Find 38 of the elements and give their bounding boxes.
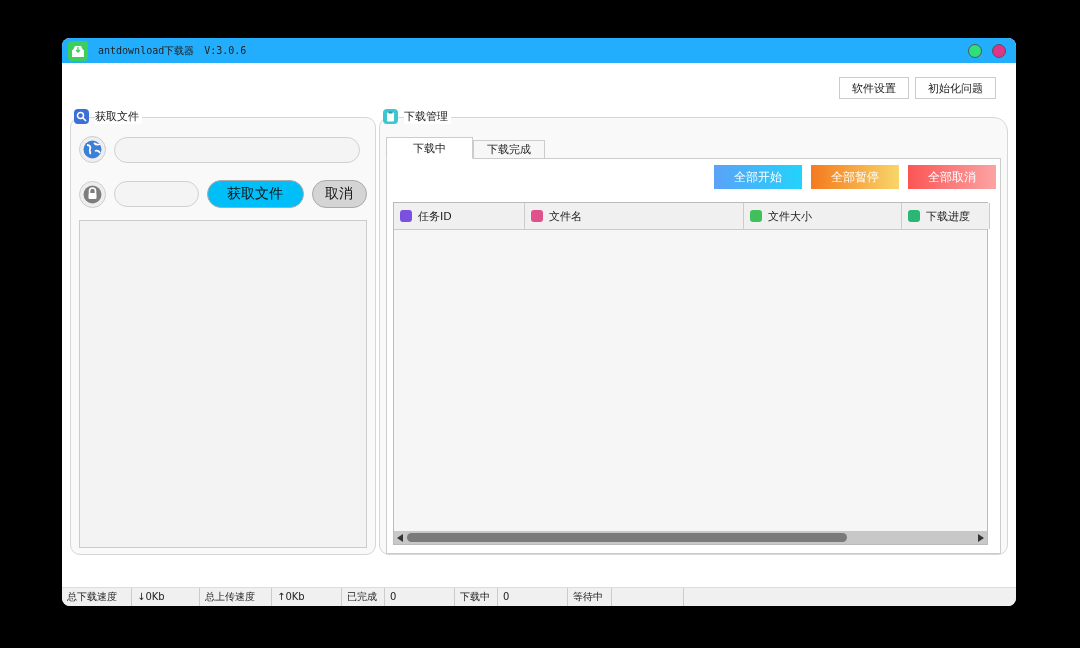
url-field[interactable] [114,136,360,163]
column-header[interactable]: 任务ID [394,203,525,229]
scrollbar-thumb[interactable] [407,533,847,542]
group-title: 下载管理 [404,108,451,124]
header-button[interactable]: 软件设置 [839,77,909,99]
password-field[interactable] [114,181,199,207]
column-label: 文件大小 [768,208,812,224]
status-text: 总上传速度 [200,588,272,606]
minimize-button[interactable] [968,43,982,58]
group-title: 获取文件 [95,108,142,124]
column-header[interactable]: 文件大小 [744,203,902,229]
column-header[interactable]: 下载进度 [902,203,990,229]
status-text: 等待中 [568,588,612,606]
tab[interactable]: 下载完成 [473,140,545,159]
status-text: 已完成 [342,588,385,606]
column-label: 下载进度 [926,208,970,224]
status-text: 总下载速度 [62,588,132,606]
window-title: antdownload下载器 [98,43,195,58]
tab[interactable]: 下载中 [386,137,473,159]
fetch-button[interactable]: 获取文件 [207,180,304,208]
scroll-right-icon[interactable] [978,533,984,542]
status-text: ↑0Kb [272,588,342,606]
close-button[interactable] [992,43,1006,58]
version-label: V:3.0.6 [204,45,247,56]
status-text: 0 [385,588,455,606]
column-label: 文件名 [549,208,582,224]
scroll-left-icon[interactable] [397,533,403,542]
status-text: 下载中 [455,588,498,606]
column-label: 任务ID [418,208,452,224]
status-text: 0 [498,588,568,606]
status-text: ↓0Kb [132,588,200,606]
app-logo-icon [68,40,88,61]
globe-icon [79,136,106,163]
header-button[interactable]: 初始化问题 [915,77,996,99]
lock-icon [79,180,106,208]
horizontal-scrollbar[interactable] [394,531,987,544]
column-header[interactable]: 文件名 [525,203,744,229]
cancel-button[interactable]: 取消 [311,180,367,208]
